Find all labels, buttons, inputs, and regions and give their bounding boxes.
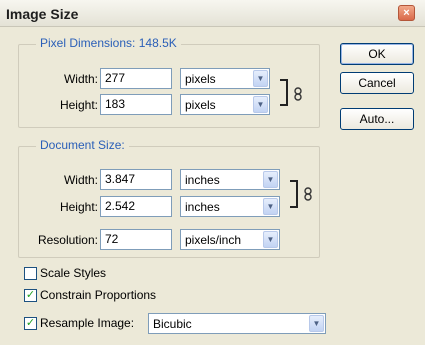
constrain-proportions-label: Constrain Proportions	[40, 288, 157, 302]
pixel-width-label: Width:	[63, 72, 98, 86]
scale-styles-checkbox[interactable]	[24, 267, 37, 280]
pixel-height-unit-value: pixels	[185, 98, 216, 112]
ok-button[interactable]: OK	[340, 43, 414, 65]
pixel-dimensions-legend: Pixel Dimensions: 148.5K	[36, 36, 181, 50]
doc-height-unit-value: inches	[185, 200, 220, 214]
resolution-unit-value: pixels/inch	[185, 233, 242, 247]
document-link-bracket	[290, 180, 298, 208]
pixel-dimensions-label: Pixel Dimensions:	[40, 36, 136, 50]
document-size-legend: Document Size:	[36, 138, 129, 152]
chain-link-icon	[304, 187, 312, 201]
pixel-width-unit-value: pixels	[185, 72, 216, 86]
doc-height-input[interactable]: 2.542	[100, 196, 172, 217]
doc-height-unit-select[interactable]: inches ▼	[180, 196, 280, 217]
chevron-down-icon[interactable]: ▼	[253, 70, 268, 87]
resolution-unit-select[interactable]: pixels/inch ▼	[180, 229, 280, 250]
scale-styles-label: Scale Styles	[40, 266, 107, 280]
pixel-height-unit-select[interactable]: pixels ▼	[180, 94, 270, 115]
resample-image-option[interactable]: ✓ Resample Image:	[24, 316, 144, 332]
resample-image-label: Resample Image:	[40, 316, 135, 330]
resample-image-checkbox[interactable]: ✓	[24, 317, 37, 330]
resample-method-value: Bicubic	[153, 317, 192, 331]
pixel-width-unit-select[interactable]: pixels ▼	[180, 68, 270, 89]
chevron-down-icon[interactable]: ▼	[263, 231, 278, 248]
chain-link-icon	[294, 87, 302, 101]
doc-width-label: Width:	[63, 173, 98, 187]
constrain-proportions-option[interactable]: ✓ Constrain Proportions	[24, 288, 184, 304]
pixel-width-input[interactable]: 277	[100, 68, 172, 89]
document-size-label: Document Size:	[40, 138, 125, 152]
doc-width-unit-select[interactable]: inches ▼	[180, 169, 280, 190]
doc-height-label: Height:	[59, 200, 98, 214]
title-bar: Image Size ×	[0, 0, 425, 27]
pixel-dimensions-size: 148.5K	[138, 36, 177, 50]
chevron-down-icon[interactable]: ▼	[253, 96, 268, 113]
image-size-dialog: Image Size × Pixel Dimensions: 148.5K Wi…	[0, 0, 425, 345]
resolution-label: Resolution:	[37, 233, 98, 247]
constrain-proportions-checkbox[interactable]: ✓	[24, 289, 37, 302]
cancel-button[interactable]: Cancel	[340, 72, 414, 94]
pixel-height-label: Height:	[59, 98, 98, 112]
pixel-link-bracket	[280, 79, 288, 106]
dialog-title: Image Size	[6, 6, 79, 22]
auto-button[interactable]: Auto...	[340, 108, 414, 130]
resolution-input[interactable]: 72	[100, 229, 172, 250]
pixel-height-input[interactable]: 183	[100, 94, 172, 115]
close-icon[interactable]: ×	[398, 5, 415, 21]
doc-width-unit-value: inches	[185, 173, 220, 187]
chevron-down-icon[interactable]: ▼	[263, 198, 278, 215]
resample-method-select[interactable]: Bicubic ▼	[148, 313, 326, 334]
scale-styles-option[interactable]: Scale Styles	[24, 266, 164, 282]
chevron-down-icon[interactable]: ▼	[263, 171, 278, 188]
doc-width-input[interactable]: 3.847	[100, 169, 172, 190]
chevron-down-icon[interactable]: ▼	[309, 315, 324, 332]
